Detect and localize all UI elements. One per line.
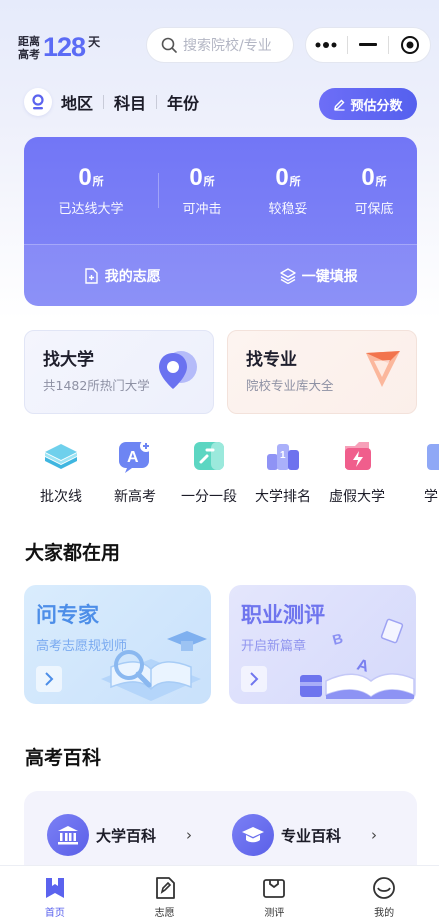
countdown-label: 距离 高考 [18,34,40,61]
quick-link-new-gaokao[interactable]: A 新高考 [98,436,172,506]
stat-safety[interactable]: 0所 可保底 [331,137,417,244]
clipboard-test-icon [263,879,286,898]
my-wishes-button[interactable]: 我的志愿 [24,266,221,286]
a-plus-icon: A [115,436,155,476]
bottom-tab-bar: 首页 志愿 测评 我的 [0,865,439,921]
tab-home[interactable]: 首页 [0,866,110,921]
section-title-popular: 大家都在用 [25,542,121,564]
minus-icon [359,43,377,46]
quick-links: 批次线 A 新高考 一分一段 1 大学排名 虚假大学 学 [24,436,439,506]
search-placeholder: 搜索院校/专业 [183,38,272,54]
career-test-subtitle: 开启新篇章 [241,639,307,654]
layers-icon [280,267,296,284]
filter-divider [103,95,105,109]
stat-match[interactable]: 0所 较稳妥 [245,137,331,244]
pennant-icon [366,351,400,387]
chevron-right-icon: › [371,826,378,844]
quick-link-university-ranking[interactable]: 1 大学排名 [246,436,320,506]
edit-icon [334,99,345,111]
chevron-right-icon[interactable] [36,666,62,692]
stats-actions: 我的志愿 一键填报 [24,244,417,306]
svg-text:A: A [355,656,371,676]
university-encyclopedia-link[interactable]: 大学百科 › [47,814,192,856]
search-input[interactable]: 搜索院校/专业 [146,27,294,63]
search-icon [161,37,177,53]
location-icon[interactable] [24,88,52,116]
smile-face-icon [373,877,396,899]
filter-divider [156,95,158,109]
ask-expert-title: 问专家 [36,603,99,627]
tab-profile[interactable]: 我的 [329,866,439,921]
edit-document-icon [155,877,175,899]
tab-wishes[interactable]: 志愿 [110,866,220,921]
quick-link-batch-line[interactable]: 批次线 [24,436,98,506]
filter-subject[interactable]: 科目 [114,90,146,114]
tab-assessment[interactable]: 测评 [220,866,330,921]
book-icon [411,436,439,476]
layers-stack-icon [41,436,81,476]
filter-region[interactable]: 地区 [61,90,93,114]
stat-reach[interactable]: 0所 可冲击 [159,137,245,244]
more-dots-icon [315,42,337,48]
miniprogram-capsule [305,27,431,63]
chevron-right-icon: › [186,826,193,844]
map-pin-icon [159,351,197,389]
svg-text:1: 1 [280,450,286,461]
countdown-unit: 天 [88,35,101,49]
more-button[interactable] [306,28,347,62]
bookmark-home-icon [45,878,64,898]
podium-icon: 1 [263,436,303,476]
career-test-card[interactable]: 职业测评 开启新篇章 B A [229,585,416,704]
target-circle-icon [400,36,419,54]
career-test-title: 职业测评 [241,603,325,627]
filter-bar: 地区 科目 年份 [24,88,199,116]
quick-link-fake-universities[interactable]: 虚假大学 [320,436,394,506]
close-miniprogram-button[interactable] [389,28,430,62]
svg-text:A: A [127,449,139,466]
find-university-card[interactable]: 找大学 共1482所热门大学 [24,330,214,414]
filter-year[interactable]: 年份 [167,90,199,114]
stat-qualified-universities[interactable]: 0所 已达线大学 [24,137,158,244]
warning-bolt-icon [337,436,377,476]
stats-summary: 0所 已达线大学 0所 可冲击 0所 较稳妥 0所 可保底 [24,137,417,244]
major-encyclopedia-link[interactable]: 专业百科 › [232,814,377,856]
score-segment-icon [189,436,229,476]
quick-link-score-rank[interactable]: 一分一段 [172,436,246,506]
gaokao-countdown: 距离 高考 128 天 [18,32,100,63]
one-click-fill-button[interactable]: 一键填报 [221,266,418,286]
section-title-encyclopedia: 高考百科 [25,747,102,769]
chevron-right-icon[interactable] [241,666,267,692]
countdown-days: 128 [43,32,86,62]
ask-expert-card[interactable]: 问专家 高考志愿规划师 [24,585,211,704]
minimize-button[interactable] [348,28,389,62]
admission-stats-card: 0所 已达线大学 0所 可冲击 0所 较稳妥 0所 可保底 我的志愿 一键填报 [24,137,417,306]
university-building-icon [47,814,89,856]
graduation-cap-icon [232,814,274,856]
ask-expert-subtitle: 高考志愿规划师 [36,639,128,654]
document-plus-icon [85,267,98,284]
quick-link-more[interactable]: 学 [394,436,439,506]
find-major-card[interactable]: 找专业 院校专业库大全 [227,330,417,414]
estimate-score-button[interactable]: 预估分数 [319,88,417,120]
